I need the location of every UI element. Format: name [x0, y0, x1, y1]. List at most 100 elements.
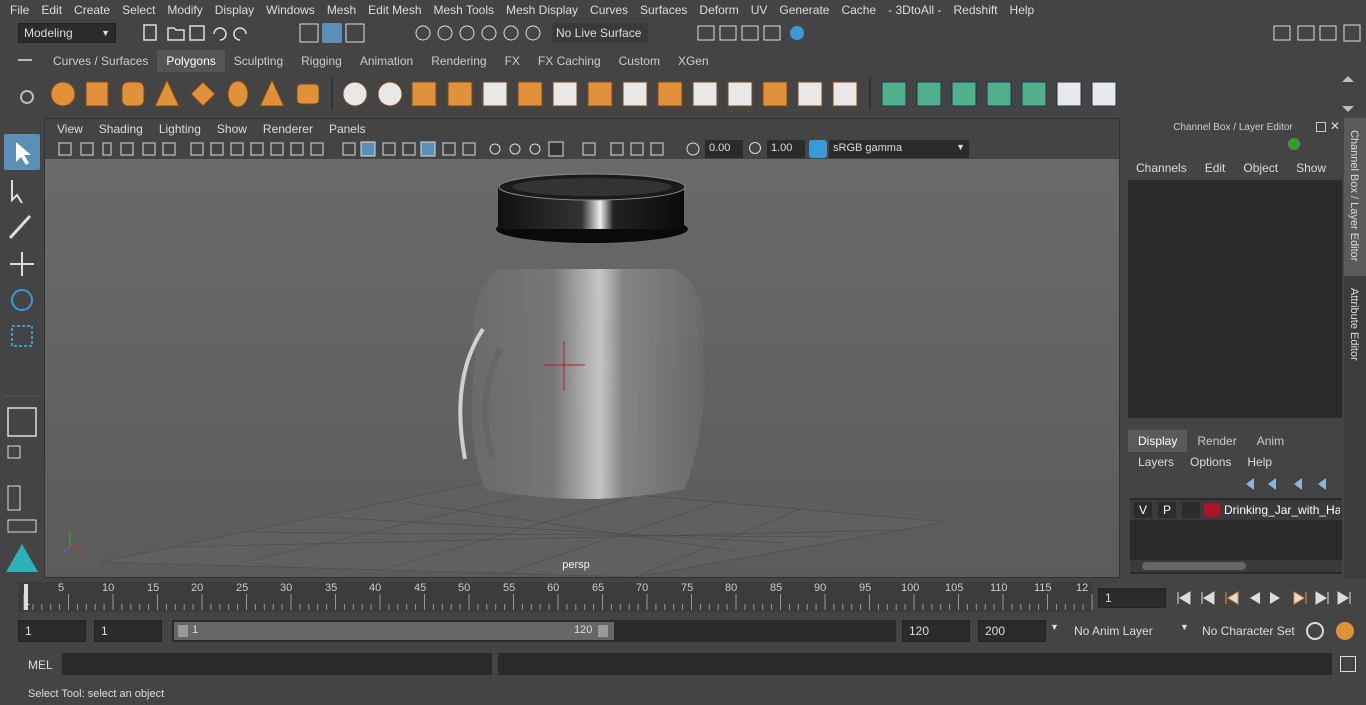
range-end-grip[interactable] [598, 625, 608, 637]
tab-render[interactable]: Render [1187, 430, 1246, 452]
layer-visibility-toggle[interactable]: V [1134, 502, 1152, 518]
side-tab-channel-box[interactable]: Channel Box / Layer Editor [1344, 118, 1366, 276]
tick-label: 65 [592, 582, 605, 594]
layer-playback-toggle[interactable]: P [1158, 502, 1176, 518]
bridge-icon [552, 81, 578, 107]
menu-help[interactable]: Help [1004, 3, 1041, 17]
tab-fx-caching[interactable]: FX Caching [529, 50, 610, 72]
options-menu[interactable]: Options [1190, 455, 1231, 469]
color-management-icon[interactable] [809, 140, 827, 158]
close-icon[interactable]: ✕ [1330, 119, 1342, 133]
live-surface-field[interactable]: No Live Surface [552, 23, 648, 43]
range-slider-handle[interactable]: 1 120 [174, 622, 614, 640]
current-frame-field[interactable]: 1 [1098, 588, 1166, 608]
animation-preferences-icon[interactable] [1336, 622, 1354, 640]
float-panel-icon[interactable] [1316, 122, 1326, 132]
tab-curves-surfaces[interactable]: Curves / Surfaces [44, 50, 157, 72]
layers-menu[interactable]: Layers [1138, 455, 1174, 469]
gamma-icon[interactable] [749, 142, 761, 154]
mode-selector[interactable]: Modeling ▼ [18, 23, 116, 43]
shelf-scroll-icon [1342, 76, 1354, 112]
menu-redshift[interactable]: Redshift [948, 3, 1004, 17]
animation-end-field[interactable]: 200 [978, 620, 1046, 642]
viewport-menu-renderer[interactable]: Renderer [255, 122, 321, 136]
range-slider-bar: 1 1 1 120 120 200 ▼ No Anim Layer ▼ No C… [0, 618, 1366, 646]
menu-windows[interactable]: Windows [260, 3, 321, 17]
viewport-menu-panels[interactable]: Panels [321, 122, 374, 136]
menu-generate[interactable]: Generate [773, 3, 835, 17]
chevron-down-icon[interactable]: ▼ [1180, 622, 1194, 640]
x-ray-icon [420, 141, 436, 157]
layer-type-toggle[interactable] [1182, 502, 1200, 518]
tab-animation[interactable]: Animation [351, 50, 422, 72]
shelf-menu-icon[interactable] [18, 56, 32, 66]
menu-modify[interactable]: Modify [161, 3, 208, 17]
menu-mesh-tools[interactable]: Mesh Tools [428, 3, 500, 17]
layer-scrollbar[interactable] [1130, 560, 1342, 572]
menu-surfaces[interactable]: Surfaces [634, 3, 693, 17]
gamma-field[interactable]: 1.00 [767, 140, 805, 158]
color-space-dropdown[interactable]: sRGB gamma ▼ [829, 140, 969, 158]
layer-row[interactable]: V P Drinking_Jar_with_Har [1130, 500, 1342, 520]
viewport-canvas[interactable]: persp [45, 159, 1119, 578]
menu-uv[interactable]: UV [745, 3, 774, 17]
range-start-grip[interactable] [178, 625, 188, 637]
menu-3dtoall[interactable]: - 3DtoAll - [882, 3, 947, 17]
tab-custom[interactable]: Custom [610, 50, 669, 72]
tab-rendering[interactable]: Rendering [422, 50, 495, 72]
range-slider[interactable]: 1 120 [172, 620, 896, 642]
object-menu[interactable]: Object [1243, 161, 1278, 175]
menu-edit-mesh[interactable]: Edit Mesh [362, 3, 427, 17]
tab-sculpting[interactable]: Sculpting [225, 50, 292, 72]
menu-mesh-display[interactable]: Mesh Display [500, 3, 584, 17]
side-tab-attribute-editor[interactable]: Attribute Editor [1344, 284, 1366, 374]
menu-display[interactable]: Display [209, 3, 260, 17]
show-menu[interactable]: Show [1296, 161, 1326, 175]
menu-curves[interactable]: Curves [584, 3, 634, 17]
chevron-down-icon[interactable]: ▼ [1050, 622, 1064, 640]
tab-xgen[interactable]: XGen [669, 50, 718, 72]
viewport-menu-shading[interactable]: Shading [91, 122, 151, 136]
edit-menu[interactable]: Edit [1205, 161, 1226, 175]
exposure-field[interactable]: 0.00 [705, 140, 743, 158]
resolution-gate-icon [230, 142, 244, 156]
render-settings-icon [763, 25, 781, 41]
viewport-menu-show[interactable]: Show [209, 122, 255, 136]
viewport-menu-view[interactable]: View [49, 122, 91, 136]
playback-end-field[interactable]: 120 [902, 620, 970, 642]
menu-select[interactable]: Select [116, 3, 161, 17]
auto-key-icon[interactable] [1306, 622, 1324, 640]
menu-edit[interactable]: Edit [35, 3, 68, 17]
script-editor-icon[interactable] [1340, 656, 1356, 672]
chevron-down-icon: ▼ [956, 142, 965, 152]
menu-deform[interactable]: Deform [693, 3, 744, 17]
tab-fx[interactable]: FX [496, 50, 529, 72]
menu-file[interactable]: File [4, 3, 35, 17]
character-set-dropdown[interactable]: No Character Set [1196, 620, 1300, 642]
viewport-menu-lighting[interactable]: Lighting [151, 122, 209, 136]
tab-anim[interactable]: Anim [1247, 430, 1294, 452]
script-language-label[interactable]: MEL [28, 658, 53, 672]
tab-polygons[interactable]: Polygons [157, 50, 225, 72]
menu-mesh[interactable]: Mesh [321, 3, 362, 17]
layer-color-swatch[interactable] [1204, 503, 1220, 517]
layer-name[interactable]: Drinking_Jar_with_Har [1224, 503, 1340, 517]
tab-rigging[interactable]: Rigging [292, 50, 351, 72]
command-input[interactable] [62, 653, 492, 675]
playback-start-field[interactable]: 1 [94, 620, 162, 642]
layer-help-menu[interactable]: Help [1247, 455, 1272, 469]
menu-create[interactable]: Create [68, 3, 116, 17]
channel-list[interactable] [1128, 180, 1342, 418]
animation-start-field[interactable]: 1 [18, 620, 86, 642]
menu-cache[interactable]: Cache [835, 3, 882, 17]
channel-options-icon[interactable] [1288, 138, 1300, 150]
poly-plane-icon [190, 81, 216, 107]
shelf-settings-gear-icon[interactable] [20, 90, 34, 104]
render-icons [697, 25, 804, 41]
anim-layer-dropdown[interactable]: No Anim Layer [1068, 620, 1180, 642]
channels-menu[interactable]: Channels [1136, 161, 1187, 175]
open-scene-icon [167, 27, 185, 41]
tab-display[interactable]: Display [1128, 430, 1188, 452]
status-line: Modeling ▼ No Live Surface [0, 20, 1366, 46]
scrollbar-thumb[interactable] [1142, 562, 1246, 570]
